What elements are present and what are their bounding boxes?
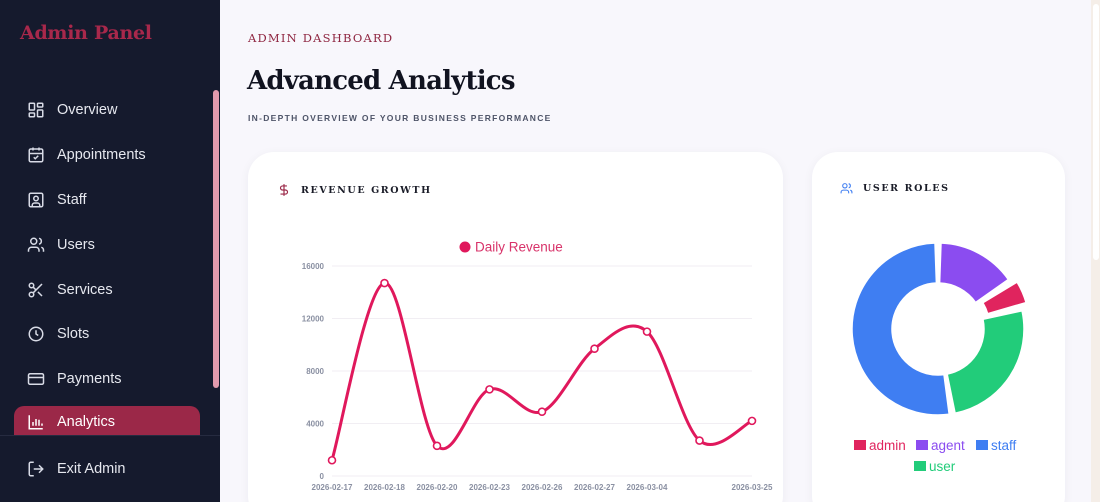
sidebar-item-slots[interactable]: Slots <box>14 312 200 357</box>
sidebar-item-label: Appointments <box>57 147 146 164</box>
sidebar-item-analytics[interactable]: Analytics <box>14 405 200 438</box>
sidebar-item-label: Users <box>57 236 95 253</box>
sidebar-item-label: Staff <box>57 191 87 208</box>
revenue-card-title: REVENUE GROWTH <box>301 184 432 196</box>
revenue-growth-card: REVENUE GROWTH <box>248 152 783 502</box>
sidebar-item-payments[interactable]: Payments <box>14 357 200 402</box>
revenue-card-header: REVENUE GROWTH <box>277 182 432 198</box>
dollar-icon <box>277 182 291 198</box>
sidebar-item-label: Services <box>57 281 113 298</box>
user-roles-card: USER ROLES <box>812 152 1065 502</box>
credit-card-icon <box>27 370 45 388</box>
sidebar-scrollbar[interactable] <box>213 90 219 388</box>
sidebar: Admin Panel Overview Appointments Staff … <box>0 0 220 502</box>
bar-chart-icon <box>27 413 45 431</box>
sidebar-item-label: Analytics <box>57 413 116 430</box>
brand-title: Admin Panel <box>20 22 152 44</box>
roles-card-header: USER ROLES <box>840 182 950 195</box>
main-scrollbar-thumb[interactable] <box>1093 4 1099 260</box>
sidebar-item-label: Payments <box>57 371 122 388</box>
calendar-check-icon <box>27 146 45 164</box>
page-title: Advanced Analytics <box>247 66 515 96</box>
sidebar-item-overview[interactable]: Overview <box>14 88 200 133</box>
scissors-icon <box>27 281 45 299</box>
id-badge-icon <box>27 191 45 209</box>
page-eyebrow: ADMIN DASHBOARD <box>248 31 394 45</box>
roles-card-title: USER ROLES <box>863 183 950 194</box>
page-subtitle: IN-DEPTH OVERVIEW OF YOUR BUSINESS PERFO… <box>248 113 552 123</box>
sidebar-item-services[interactable]: Services <box>14 267 200 312</box>
sidebar-item-users[interactable]: Users <box>14 222 200 267</box>
clock-icon <box>27 325 45 343</box>
sidebar-item-label: Overview <box>57 102 118 119</box>
exit-admin-label: Exit Admin <box>57 461 126 477</box>
logout-icon <box>27 460 45 478</box>
users-icon <box>840 182 853 195</box>
grid-icon <box>27 101 45 119</box>
users-icon <box>27 236 45 254</box>
sidebar-item-staff[interactable]: Staff <box>14 178 200 223</box>
sidebar-item-label: Slots <box>57 326 90 343</box>
sidebar-nav: Overview Appointments Staff Users Servic… <box>14 88 200 438</box>
exit-admin-button[interactable]: Exit Admin <box>27 460 126 478</box>
sidebar-item-appointments[interactable]: Appointments <box>14 133 200 178</box>
